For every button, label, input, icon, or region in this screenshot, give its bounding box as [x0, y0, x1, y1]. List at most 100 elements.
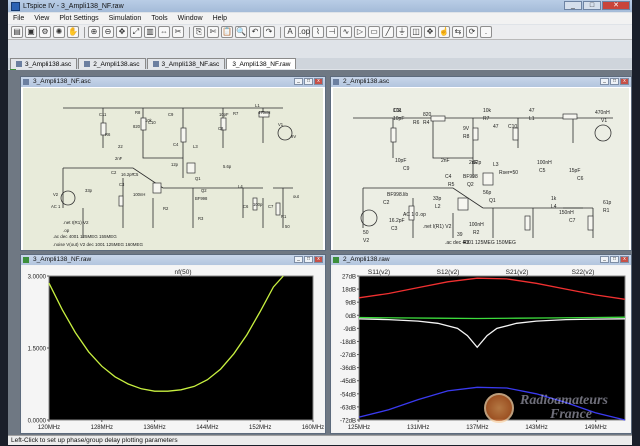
pane-title-bar[interactable]: 2_Ampli138.raw _ □ x — [331, 255, 631, 265]
copy-icon[interactable]: ⎘ — [193, 26, 205, 38]
tab-3-ampli138-asc[interactable]: 3_Ampli138.asc — [10, 58, 78, 69]
component-label: 470nH — [258, 110, 270, 115]
component-symbol — [524, 215, 531, 231]
close-button[interactable]: ✕ — [602, 1, 630, 10]
waveform-pane-nf[interactable]: 3_Ampli138_NF.raw _ □ x 3.0000 1.5000 0.00… — [20, 254, 326, 434]
component-label: R4 — [423, 120, 430, 126]
menu-tools[interactable]: Tools — [146, 15, 172, 22]
schematic-icon — [333, 79, 339, 85]
trace-label: S12(v2) — [437, 269, 460, 276]
run-icon[interactable]: ✺ — [53, 26, 65, 38]
pane-maximize-button[interactable]: □ — [610, 256, 619, 263]
tab-3-ampli138-nf-asc[interactable]: 3_Ampli138_NF.asc — [146, 58, 226, 69]
pane-minimize-button[interactable]: _ — [294, 78, 303, 85]
pane-close-button[interactable]: x — [314, 78, 323, 85]
component-label: R3 — [198, 216, 204, 221]
component-icon[interactable]: ▭ — [368, 26, 380, 38]
pane-title-bar[interactable]: 2_Ampli138.asc _ □ x — [331, 77, 631, 87]
pane-minimize-button[interactable]: _ — [294, 256, 303, 263]
pane-maximize-button[interactable]: □ — [304, 78, 313, 85]
ground-icon[interactable]: ⏚ — [396, 26, 408, 38]
pane-close-button[interactable]: x — [314, 256, 323, 263]
component-label: AC 1 — [51, 204, 61, 209]
schematic-icon — [16, 61, 22, 67]
menu-window[interactable]: Window — [173, 15, 208, 22]
wire-icon[interactable]: ╱ — [382, 26, 394, 38]
component-label: R2 — [163, 206, 169, 211]
component-label: 9V — [463, 126, 470, 132]
component-label: R7 — [233, 111, 239, 116]
resistor-icon[interactable]: ⌇ — [312, 26, 324, 38]
component-label: 10k — [483, 108, 492, 114]
mdi-area: 3_Ampli138_NF.asc _ □ x C11 R6 R8 C10 C9 R7 L1… — [8, 70, 632, 435]
find-icon[interactable]: 🔍 — [235, 26, 247, 38]
menu-plot-settings[interactable]: Plot Settings — [54, 15, 103, 22]
y-tick-label: 0dB — [345, 314, 356, 320]
minimize-button[interactable]: _ — [564, 1, 582, 10]
schematic-canvas[interactable]: C11 10pF R6 820 R4 10k R7 47 L1 470nH V1 9V R8 47 C10 1… — [333, 88, 629, 250]
diode-icon[interactable]: ▷ — [354, 26, 366, 38]
title-bar[interactable]: LTspice IV - 3_Ampli138_NF.raw _ □ ✕ — [8, 0, 632, 12]
waveform-plot[interactable]: 27dB 18dB 9dB 0dB -9dB -18dB -27dB -36dB -45dB -5… — [333, 266, 631, 432]
halt-icon[interactable]: ✋ — [67, 26, 79, 38]
tab-3-ampli138-nf-raw[interactable]: 3_Ampli138_NF.raw — [10, 58, 297, 75]
component-label: L3 — [193, 144, 198, 149]
component-label: 33p — [85, 188, 93, 193]
y-tick-label: -27dB — [340, 353, 356, 359]
pane-minimize-button[interactable]: _ — [600, 78, 609, 85]
cut-icon[interactable]: ✄ — [207, 26, 219, 38]
spice-directive: .ac dec 4001 125MEG 155MEG — [53, 234, 117, 239]
ruler-icon[interactable]: ⇔ — [158, 26, 170, 38]
maximize-button[interactable]: □ — [583, 1, 601, 10]
waveform-plot[interactable]: 3.0000 1.5000 0.0000 120MHz 128MHz 136MHz 144M… — [23, 266, 325, 432]
open-icon[interactable]: ▤ — [11, 26, 23, 38]
zoom-in-icon[interactable]: ⊕ — [88, 26, 100, 38]
settings-icon[interactable]: ⚙ — [39, 26, 51, 38]
toolbar-separator — [280, 26, 281, 38]
pane-close-button[interactable]: x — [620, 78, 629, 85]
toolbar-separator — [189, 26, 190, 38]
inductor-icon[interactable]: ∿ — [340, 26, 352, 38]
pane-minimize-button[interactable]: _ — [600, 256, 609, 263]
plot-area — [358, 275, 626, 421]
zoom-fit-icon[interactable]: ⤢ — [130, 26, 142, 38]
autorange-icon[interactable]: ▥ — [144, 26, 156, 38]
schematic-canvas[interactable]: C11 R6 R8 C10 C9 R7 L1 V1 C4 L3 C8 Q1 Q2 BF998 C2 C3 C5 L… — [23, 88, 323, 250]
menu-view[interactable]: View — [29, 15, 54, 22]
schematic-pane-3-ampli138-nf[interactable]: 3_Ampli138_NF.asc _ □ x C11 R6 R8 C10 C9 R7 L1… — [20, 76, 326, 251]
save-icon[interactable]: ▣ — [25, 26, 37, 38]
capacitor-icon[interactable]: ⊣ — [326, 26, 338, 38]
component-label: C5 — [539, 168, 546, 174]
trace-label: S22(v2) — [572, 269, 595, 276]
y-tick-label: -45dB — [340, 379, 356, 385]
component-label: 2nF — [115, 156, 123, 161]
tab-2-ampli138-asc[interactable]: 2_Ampli138.asc — [78, 58, 146, 69]
paste-icon[interactable]: 📋 — [221, 26, 233, 38]
component-label: C2 — [383, 200, 390, 206]
mirror-icon[interactable]: ⇆ — [452, 26, 464, 38]
label-icon[interactable]: ◫ — [410, 26, 422, 38]
op-icon[interactable]: .op — [298, 26, 310, 38]
pane-maximize-button[interactable]: □ — [304, 256, 313, 263]
delete-icon[interactable]: ✂ — [172, 26, 184, 38]
component-label: Q2 — [467, 182, 474, 188]
pane-maximize-button[interactable]: □ — [610, 78, 619, 85]
menu-file[interactable]: File — [8, 15, 29, 22]
undo-icon[interactable]: ↶ — [249, 26, 261, 38]
spice-directive-icon[interactable]: . — [480, 26, 492, 38]
pane-title-bar[interactable]: 3_Ampli138_NF.asc _ □ x — [21, 77, 325, 87]
move-icon[interactable]: ✥ — [424, 26, 436, 38]
waveform-pane-sparams[interactable]: 2_Ampli138.raw _ □ x 27dB 18dB 9dB 0dB -9dB -… — [330, 254, 632, 434]
text-icon[interactable]: A — [284, 26, 296, 38]
redo-icon[interactable]: ↷ — [263, 26, 275, 38]
x-tick-label: 149MHz — [585, 425, 607, 431]
pan-icon[interactable]: ✥ — [116, 26, 128, 38]
pane-close-button[interactable]: x — [620, 256, 629, 263]
schematic-pane-2-ampli138[interactable]: 2_Ampli138.asc _ □ x C11 10pF R6 820 R4 10k R7… — [330, 76, 632, 251]
menu-help[interactable]: Help — [208, 15, 232, 22]
pane-title-bar[interactable]: 3_Ampli138_NF.raw _ □ x — [21, 255, 325, 265]
rotate-icon[interactable]: ⟳ — [466, 26, 478, 38]
zoom-out-icon[interactable]: ⊖ — [102, 26, 114, 38]
drag-icon[interactable]: ☝ — [438, 26, 450, 38]
menu-simulation[interactable]: Simulation — [104, 15, 147, 22]
